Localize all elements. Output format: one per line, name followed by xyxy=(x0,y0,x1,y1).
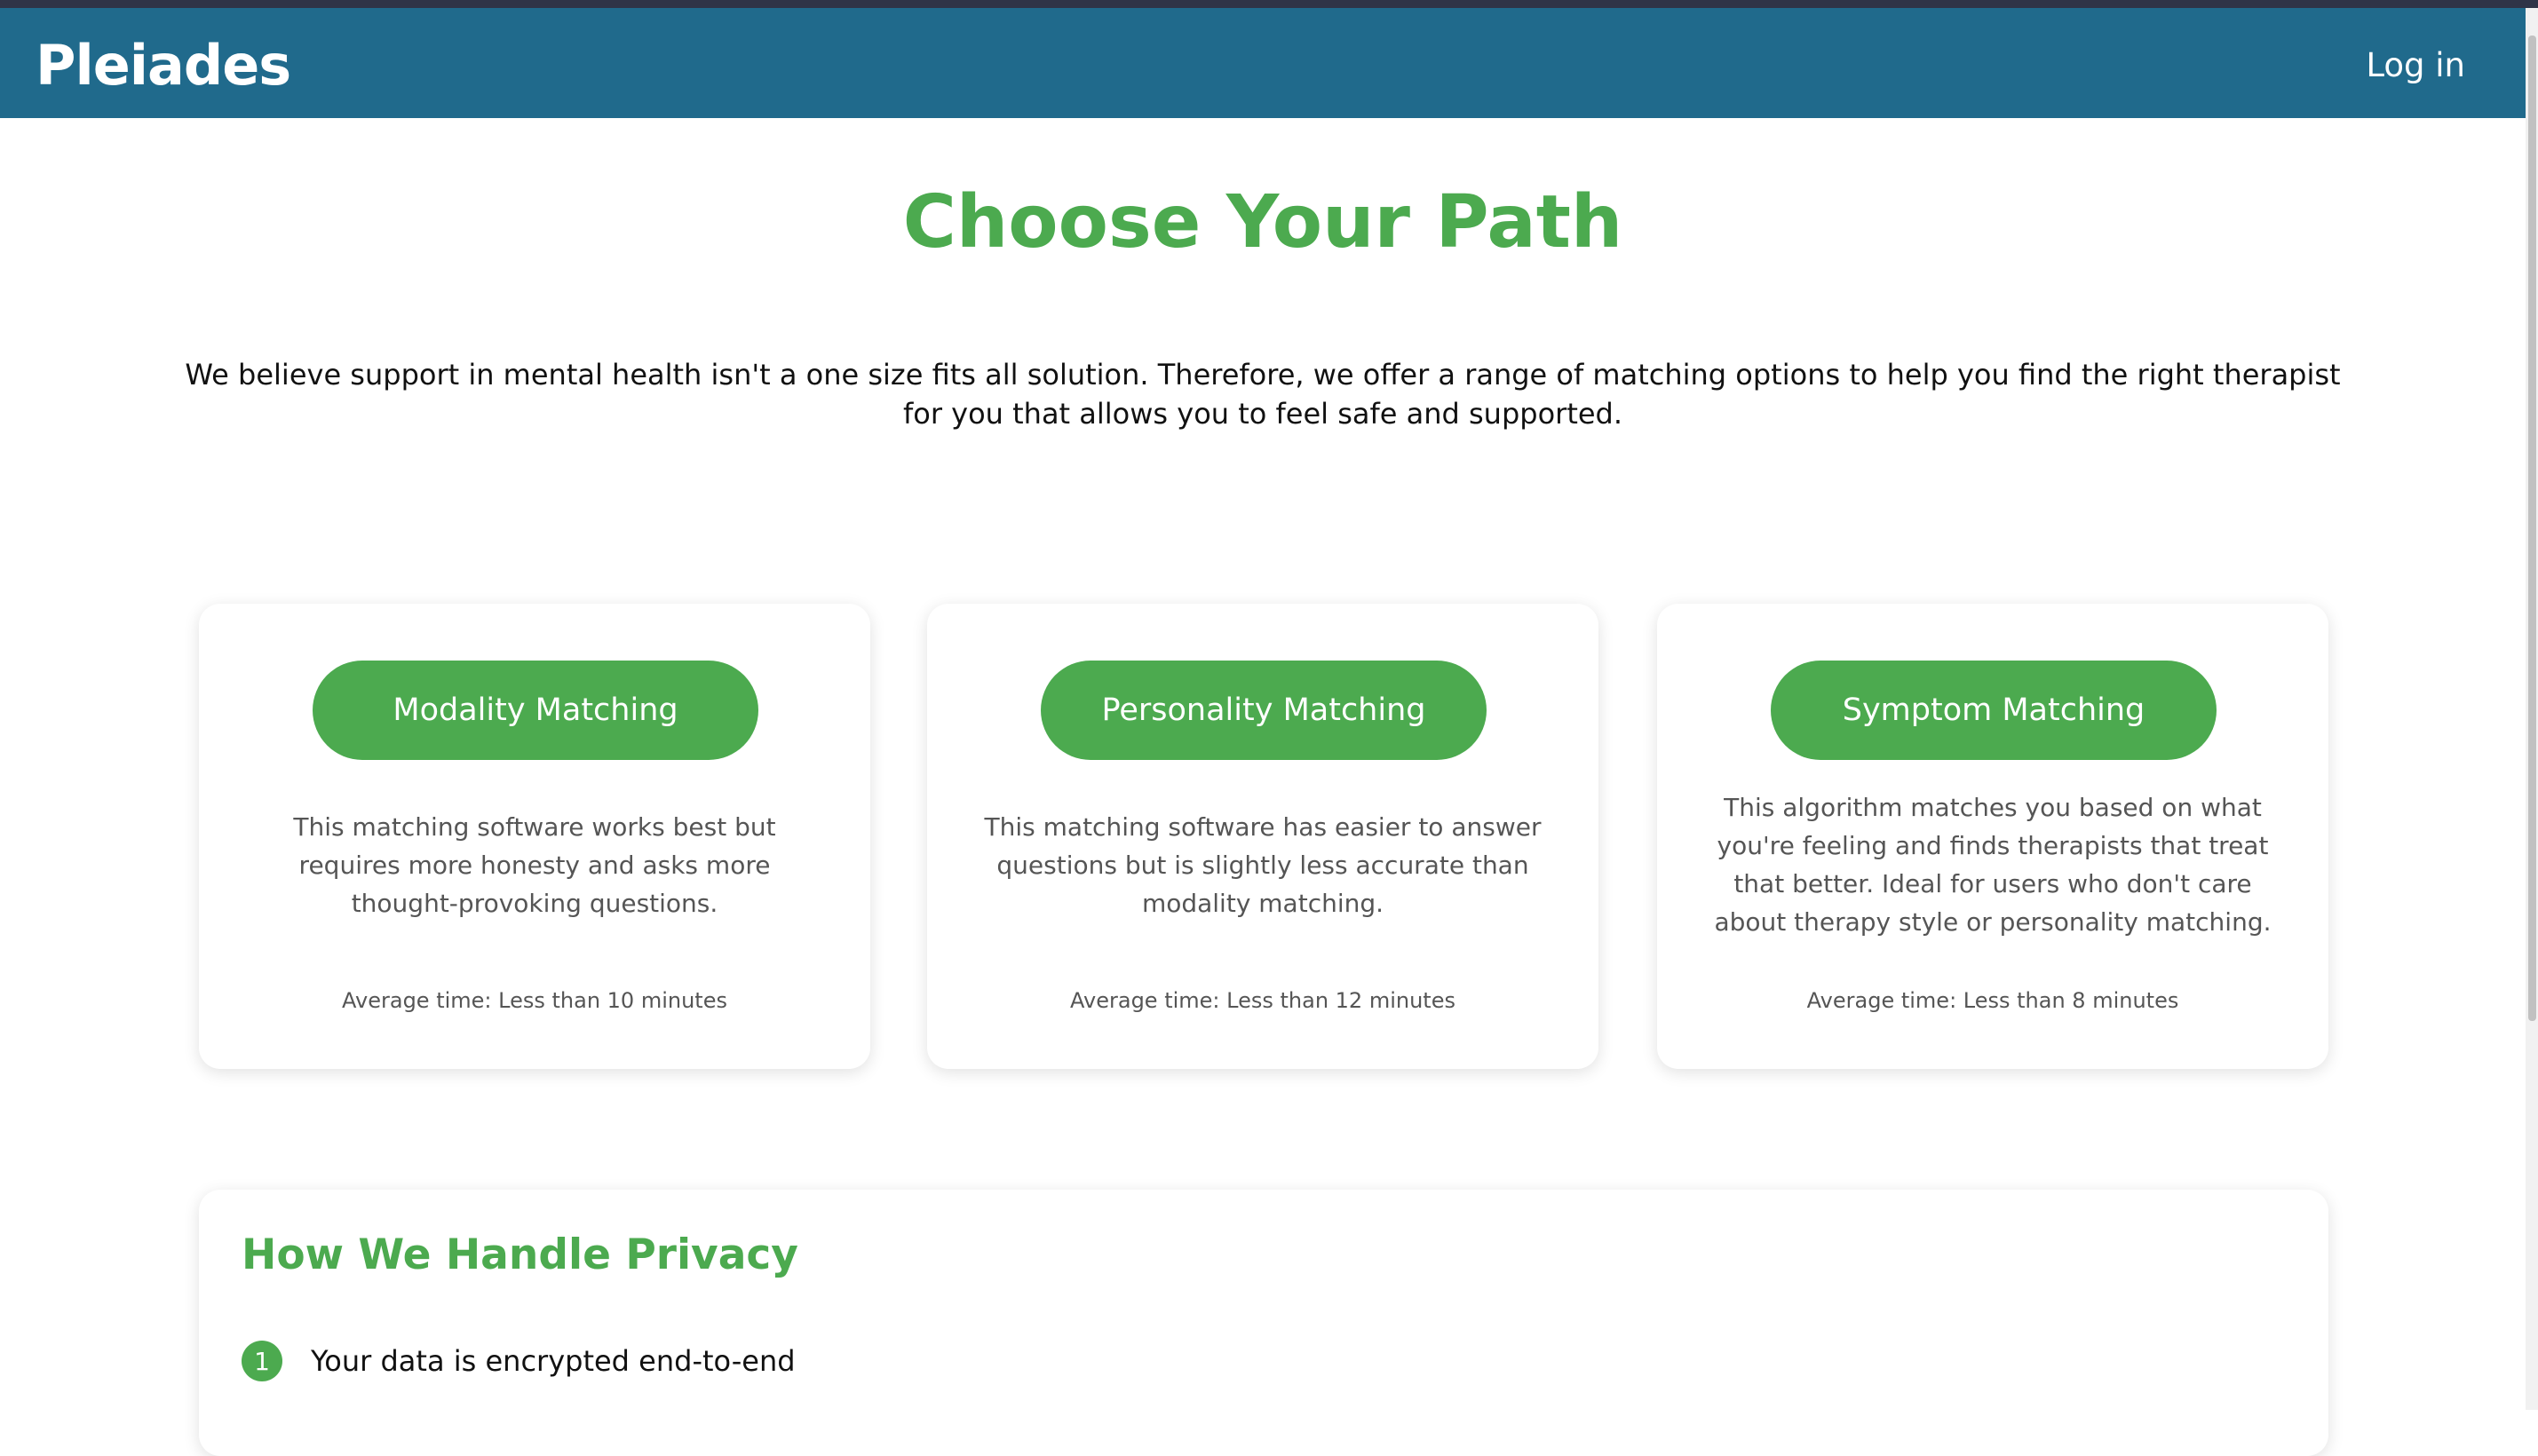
card-description: This algorithm matches you based on what… xyxy=(1714,793,2272,937)
privacy-list-item: 1 Your data is encrypted end-to-end xyxy=(242,1341,796,1381)
login-link[interactable]: Log in xyxy=(2366,45,2465,86)
privacy-title: How We Handle Privacy xyxy=(242,1230,798,1279)
card-average-time: Average time: Less than 12 minutes xyxy=(1070,988,1455,1013)
personality-matching-button[interactable]: Personality Matching xyxy=(1041,661,1487,760)
symptom-matching-card: Symptom Matching This algorithm matches … xyxy=(1657,604,2328,1069)
personality-matching-card: Personality Matching This matching softw… xyxy=(927,604,1598,1069)
privacy-item-text: Your data is encrypted end-to-end xyxy=(311,1344,796,1378)
card-description: This matching software works best but re… xyxy=(293,812,776,918)
privacy-section: How We Handle Privacy 1 Your data is enc… xyxy=(199,1190,2328,1456)
brand-logo[interactable]: Pleiades xyxy=(36,33,291,99)
navbar: Pleiades Log in xyxy=(0,8,2526,118)
page-title: Choose Your Path xyxy=(902,180,1623,265)
card-average-time: Average time: Less than 8 minutes xyxy=(1806,988,2179,1013)
modality-matching-button[interactable]: Modality Matching xyxy=(313,661,758,760)
intro-text: We believe support in mental health isn'… xyxy=(185,358,2341,431)
step-number-badge: 1 xyxy=(242,1341,282,1381)
modality-matching-card: Modality Matching This matching software… xyxy=(199,604,870,1069)
card-description: This matching software has easier to ans… xyxy=(984,812,1542,918)
card-average-time: Average time: Less than 10 minutes xyxy=(342,988,727,1013)
window-top-strip xyxy=(0,0,2538,8)
scrollbar-thumb[interactable] xyxy=(2528,36,2536,1021)
symptom-matching-button[interactable]: Symptom Matching xyxy=(1771,661,2217,760)
